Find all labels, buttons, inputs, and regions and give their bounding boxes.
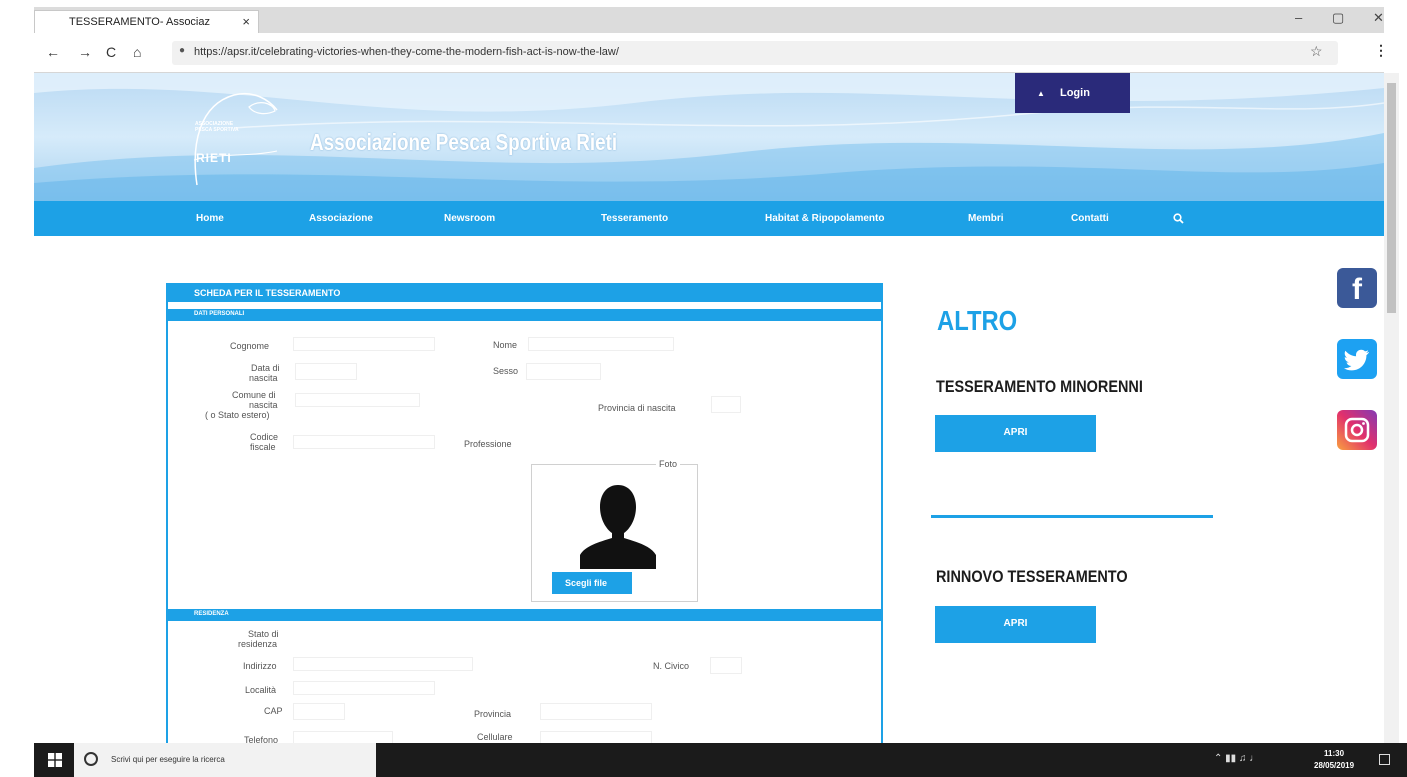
membership-form: SCHEDA PER IL TESSERAMENTO DATI PERSONAL…: [166, 283, 883, 745]
taskbar-search[interactable]: Scrivi qui per eseguire la ricerca: [74, 743, 376, 777]
label-cap: CAP: [264, 706, 283, 716]
label-indirizzo: Indirizzo: [243, 661, 277, 671]
home-icon[interactable]: ⌂: [133, 44, 141, 60]
search-icon[interactable]: [1173, 213, 1184, 224]
civico-field[interactable]: [710, 657, 742, 674]
sesso-field[interactable]: [526, 363, 601, 380]
label-stato-2: residenza: [238, 639, 278, 649]
avatar-placeholder-icon: [580, 485, 656, 569]
clock-time: 11:30: [1324, 749, 1345, 758]
codice-fiscale-field[interactable]: [293, 435, 435, 449]
nav-item-membri[interactable]: Membri: [968, 213, 1004, 224]
user-icon: ▲: [1037, 89, 1045, 98]
label-comune-2: nascita: [249, 400, 278, 410]
logo-small-text: ASSOCIAZIONE PESCA SPORTIVA: [195, 121, 239, 133]
label-cognome: Cognome: [230, 341, 270, 351]
cortana-icon: [84, 752, 98, 766]
label-cellulare: Cellulare: [477, 732, 513, 742]
browser-tab[interactable]: TESSERAMENTO- Associaz ×: [34, 10, 259, 33]
provincia-field[interactable]: [540, 703, 652, 720]
comune-field[interactable]: [295, 393, 420, 407]
system-clock[interactable]: 11:30 28/05/2019: [1314, 748, 1354, 772]
minimize-icon[interactable]: –: [1295, 10, 1302, 25]
tab-close-icon[interactable]: ×: [242, 14, 250, 29]
restore-icon[interactable]: ▢: [1332, 10, 1344, 26]
section-personal-data: DATI PERSONALI: [168, 309, 881, 321]
label-provincia-nascita: Provincia di nascita: [598, 403, 676, 413]
label-foto: Foto: [656, 459, 681, 469]
label-localita: Località: [245, 685, 277, 695]
label-codice-2: fiscale: [250, 442, 276, 452]
browser-toolbar: ← → C ⌂ ● https://apsr.it/celebrating-vi…: [34, 33, 1388, 73]
form-title: SCHEDA PER IL TESSERAMENTO: [168, 285, 881, 302]
label-stato-1: Stato di: [248, 629, 279, 639]
system-tray-icons[interactable]: ⌃ ▮▮ ♫ ♩: [1214, 753, 1259, 764]
open-minors-button[interactable]: APRI: [935, 415, 1096, 452]
windows-taskbar: Scrivi qui per eseguire la ricerca ⌃ ▮▮ …: [34, 743, 1407, 777]
browser-tab-strip: TESSERAMENTO- Associaz ×: [34, 7, 1384, 33]
label-data-nascita-2: nascita: [249, 373, 278, 383]
label-civico: N. Civico: [653, 661, 690, 671]
instagram-icon[interactable]: [1337, 410, 1377, 450]
minors-membership-title: TESSERAMENTO MINORENNI: [936, 377, 1143, 396]
main-nav: Home Associazione Newsroom Tesseramento …: [34, 201, 1384, 236]
nav-item-associazione[interactable]: Associazione: [309, 213, 373, 224]
screen: TESSERAMENTO- Associaz × – ▢ ✕ ← → C ⌂ ●…: [0, 0, 1407, 777]
url-text: https://apsr.it/celebrating-victories-wh…: [194, 46, 619, 58]
renewal-title: RINNOVO TESSERAMENTO: [936, 567, 1128, 586]
forward-icon[interactable]: →: [78, 44, 92, 60]
nav-item-tesseramento[interactable]: Tesseramento: [601, 213, 668, 224]
twitter-icon[interactable]: [1337, 339, 1377, 379]
label-data-nascita-1: Data di: [251, 363, 280, 373]
site-header: ASSOCIAZIONE PESCA SPORTIVA RIETI Associ…: [34, 73, 1384, 201]
facebook-icon[interactable]: f: [1337, 268, 1377, 308]
tab-title: TESSERAMENTO- Associaz: [69, 16, 210, 28]
label-professione: Professione: [464, 439, 512, 449]
close-window-icon[interactable]: ✕: [1373, 10, 1384, 26]
back-icon[interactable]: ←: [46, 44, 60, 60]
data-nascita-field[interactable]: [295, 363, 357, 380]
provincia-nascita-field[interactable]: [711, 396, 741, 413]
open-renewal-button[interactable]: APRI: [935, 606, 1096, 643]
clock-date: 28/05/2019: [1314, 761, 1355, 770]
photo-fieldset: Foto Scegli file: [531, 459, 698, 602]
login-label: Login: [1059, 87, 1090, 99]
choose-file-button[interactable]: Scegli file: [552, 572, 632, 594]
nav-item-contatti[interactable]: Contatti: [1071, 213, 1109, 224]
sidebar-divider: [931, 515, 1213, 518]
sidebar-heading: ALTRO: [937, 305, 1018, 336]
label-comune-1: Comune di: [232, 390, 276, 400]
indirizzo-field[interactable]: [293, 657, 473, 671]
windows-start-icon[interactable]: [48, 753, 62, 767]
site-title: Associazione Pesca Sportiva Rieti: [310, 129, 618, 155]
section-residence: RESIDENZA: [168, 609, 881, 621]
lock-icon: ●: [179, 45, 186, 56]
login-button[interactable]: ▲ Login: [1015, 73, 1130, 113]
browser-menu-icon[interactable]: ⋮: [1374, 42, 1388, 59]
label-nome: Nome: [493, 340, 518, 350]
logo-city: RIETI: [196, 151, 232, 165]
address-bar[interactable]: ● https://apsr.it/celebrating-victories-…: [172, 41, 1338, 65]
nome-field[interactable]: [528, 337, 674, 351]
label-comune-3: ( o Stato estero): [205, 410, 270, 420]
notification-center-icon[interactable]: [1379, 754, 1390, 765]
cognome-field[interactable]: [293, 337, 435, 351]
nav-item-home[interactable]: Home: [196, 213, 224, 224]
label-sesso: Sesso: [493, 366, 519, 376]
scrollbar-thumb[interactable]: [1387, 83, 1396, 313]
taskbar-search-placeholder: Scrivi qui per eseguire la ricerca: [111, 755, 225, 764]
label-provincia: Provincia: [474, 709, 512, 719]
localita-field[interactable]: [293, 681, 435, 695]
nav-item-habitat[interactable]: Habitat & Ripopolamento: [765, 213, 884, 224]
bookmark-star-icon[interactable]: ☆: [1310, 43, 1323, 60]
reload-icon[interactable]: C: [106, 44, 116, 60]
label-codice-1: Codice: [250, 432, 279, 442]
association-logo: [193, 93, 278, 186]
nav-item-newsroom[interactable]: Newsroom: [444, 213, 495, 224]
cap-field[interactable]: [293, 703, 345, 720]
page-scrollbar[interactable]: [1384, 73, 1399, 743]
